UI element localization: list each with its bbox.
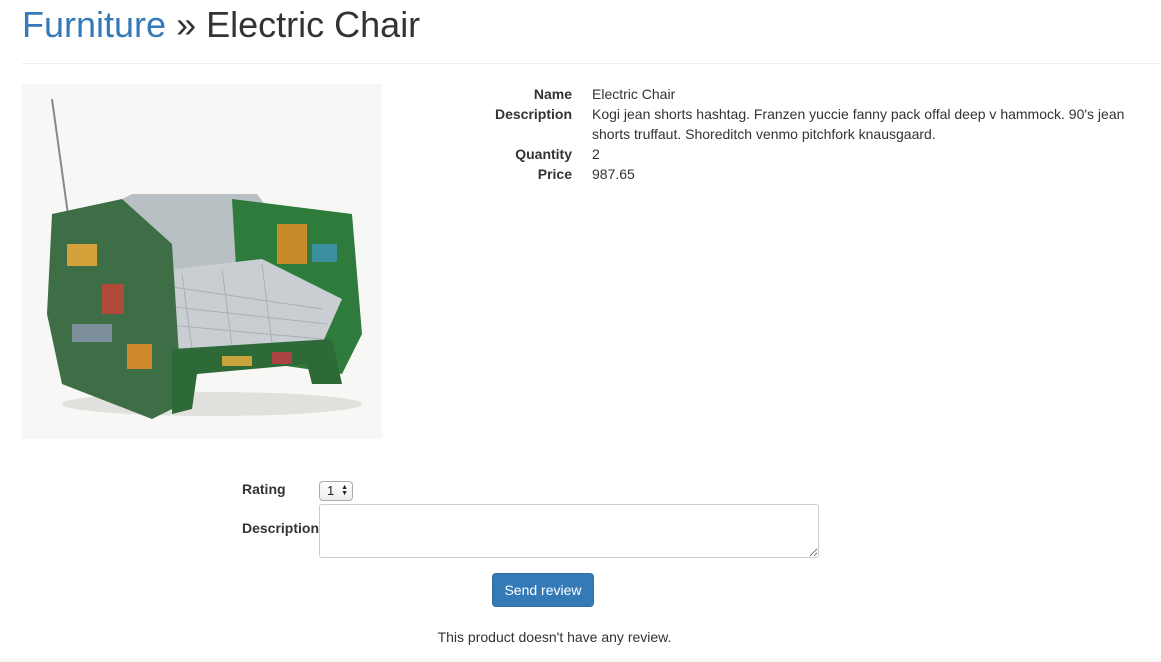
bottom-fade xyxy=(0,656,1161,662)
review-description-textarea[interactable] xyxy=(319,504,819,558)
board-chip-shape xyxy=(67,244,97,266)
rating-select[interactable]: 1 ▲ ▼ xyxy=(319,481,353,501)
detail-row-description: Description Kogi jean shorts hashtag. Fr… xyxy=(402,104,1142,144)
rating-label: Rating xyxy=(242,481,286,497)
product-quantity-value: 2 xyxy=(592,146,600,162)
antenna-shape xyxy=(51,98,71,230)
detail-term: Price xyxy=(537,166,572,182)
detail-term: Quantity xyxy=(515,146,572,162)
board-chip-shape xyxy=(127,344,152,369)
detail-term: Name xyxy=(533,86,572,102)
product-name-value: Electric Chair xyxy=(592,86,676,102)
send-review-button[interactable]: Send review xyxy=(492,573,594,607)
header-divider xyxy=(22,63,1161,64)
no-reviews-message: This product doesn't have any review. xyxy=(437,629,672,645)
board-chip-shape xyxy=(222,356,252,366)
board-chip-shape xyxy=(102,284,124,314)
review-description-label: Description xyxy=(242,520,320,536)
breadcrumb-current: Electric Chair xyxy=(206,4,421,45)
page-title: Furniture » Electric Chair xyxy=(22,2,420,48)
product-price-value: 987.65 xyxy=(592,166,635,182)
breadcrumb-category-link[interactable]: Furniture xyxy=(22,4,166,45)
detail-row-quantity: Quantity 2 xyxy=(402,144,1142,164)
product-image xyxy=(22,84,382,439)
detail-term: Description xyxy=(494,106,572,122)
chair-illustration xyxy=(47,98,362,419)
breadcrumb-separator: » xyxy=(176,4,197,45)
detail-row-name: Name Electric Chair xyxy=(402,84,1142,104)
board-chip-shape xyxy=(72,324,112,342)
detail-row-price: Price 987.65 xyxy=(402,164,1142,184)
board-chip-shape xyxy=(272,352,292,364)
rating-selected-value: 1 xyxy=(327,483,335,498)
board-chip-shape xyxy=(277,224,307,264)
product-description-value: Kogi jean shorts hashtag. Franzen yuccie… xyxy=(592,106,1125,142)
select-arrows-icon: ▲ ▼ xyxy=(341,484,348,497)
board-chip-shape xyxy=(312,244,337,262)
product-details: Name Electric Chair Description Kogi jea… xyxy=(402,84,1142,184)
